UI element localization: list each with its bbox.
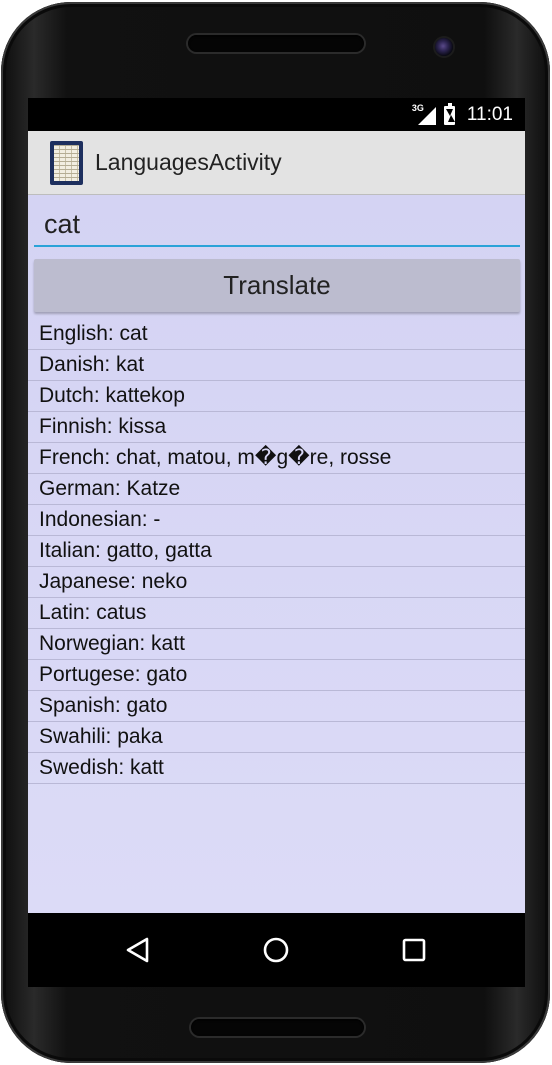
- battery-charging-icon: [443, 102, 455, 125]
- translation-list-item[interactable]: Spanish: gato: [28, 691, 525, 722]
- status-clock: 11:01: [466, 104, 513, 125]
- translation-list-item[interactable]: Norwegian: katt: [28, 629, 525, 660]
- translation-list-item[interactable]: Swedish: katt: [28, 753, 525, 784]
- dictionary-app-icon: [50, 140, 83, 185]
- translation-list-item[interactable]: English: cat: [28, 319, 525, 350]
- recents-square-icon[interactable]: [395, 931, 433, 969]
- back-triangle-icon[interactable]: [119, 931, 157, 969]
- translation-list-item[interactable]: Japanese: neko: [28, 567, 525, 598]
- translation-list-item[interactable]: Latin: catus: [28, 598, 525, 629]
- translation-list-item[interactable]: Portugese: gato: [28, 660, 525, 691]
- translation-list-item[interactable]: French: chat, matou, m�g�re, rosse: [28, 443, 525, 474]
- translation-list-item[interactable]: Indonesian: -: [28, 505, 525, 536]
- status-indicators: 3G 11:01: [412, 102, 513, 128]
- home-circle-icon[interactable]: [257, 931, 295, 969]
- translation-list-item[interactable]: Swahili: paka: [28, 722, 525, 753]
- device-screen: 3G 11:01 LanguagesActivity Translate Eng…: [28, 98, 525, 987]
- translation-list-item[interactable]: Dutch: kattekop: [28, 381, 525, 412]
- translation-list-item[interactable]: Italian: gatto, gatta: [28, 536, 525, 567]
- app-title: LanguagesActivity: [95, 149, 282, 175]
- phone-frame: 3G 11:01 LanguagesActivity Translate Eng…: [1, 2, 550, 1063]
- main-content: Translate English: catDanish: katDutch: …: [28, 195, 525, 913]
- top-speaker-grille: [188, 35, 364, 52]
- bottom-speaker-grille: [191, 1019, 364, 1036]
- translation-list-item[interactable]: Danish: kat: [28, 350, 525, 381]
- status-bar: 3G 11:01: [28, 98, 525, 131]
- translation-list-item[interactable]: Finnish: kissa: [28, 412, 525, 443]
- navigation-bar: [28, 913, 525, 987]
- translation-list: English: cat Danish: kat Dutch: kattekop Fi…: [28, 319, 525, 784]
- word-input[interactable]: [34, 203, 520, 245]
- front-camera: [435, 38, 453, 56]
- translate-button[interactable]: Translate: [34, 259, 520, 312]
- translation-list-item[interactable]: German: Katze: [28, 474, 525, 505]
- signal-icon: 3G: [412, 103, 436, 125]
- word-input-container: [34, 203, 520, 247]
- action-bar: LanguagesActivity: [28, 131, 525, 195]
